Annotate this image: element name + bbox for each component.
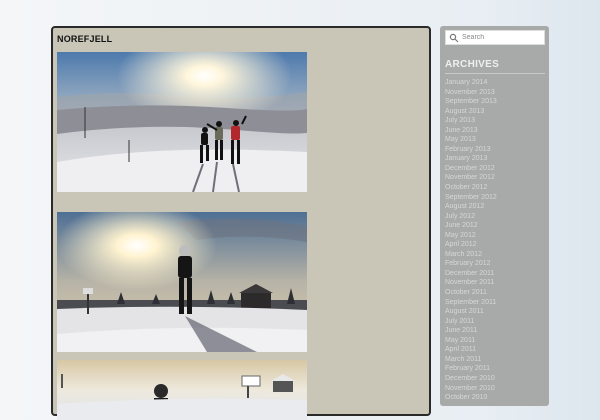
archive-link[interactable]: July 2012 — [445, 212, 497, 222]
search-box[interactable] — [445, 30, 545, 45]
archive-link[interactable]: February 2011 — [445, 364, 497, 374]
archive-link[interactable]: May 2012 — [445, 231, 497, 241]
archive-link[interactable]: August 2013 — [445, 107, 497, 117]
search-input[interactable] — [462, 34, 542, 41]
archive-link[interactable]: March 2011 — [445, 355, 497, 365]
archive-link[interactable]: November 2011 — [445, 278, 497, 288]
archive-link[interactable]: July 2013 — [445, 116, 497, 126]
archive-link[interactable]: May 2011 — [445, 336, 497, 346]
archive-list: January 2014 November 2013 September 2013 A… — [445, 78, 497, 403]
archive-link[interactable]: October 2010 — [445, 393, 497, 403]
archive-link[interactable]: November 2010 — [445, 384, 497, 394]
archive-link[interactable]: October 2012 — [445, 183, 497, 193]
archive-link[interactable]: January 2013 — [445, 154, 497, 164]
post-container: NOREFJELL — [51, 26, 431, 420]
sidebar: ARCHIVES January 2014November 2013Septem… — [440, 26, 549, 406]
archives-heading: ARCHIVES — [445, 59, 500, 70]
archive-link[interactable]: June 2011 — [445, 326, 497, 336]
archive-link[interactable]: December 2010 — [445, 374, 497, 384]
archive-link[interactable]: June 2013 — [445, 126, 497, 136]
archive-link[interactable]: March 2012 — [445, 250, 497, 260]
archive-link[interactable]: December 2012 — [445, 164, 497, 174]
archive-link[interactable]: October 2011 — [445, 288, 497, 298]
search-icon — [449, 33, 459, 42]
archive-link[interactable]: September 2013 — [445, 97, 497, 107]
archive-link[interactable]: September 2012 — [445, 193, 497, 203]
archive-link[interactable]: June 2012 — [445, 221, 497, 231]
archives-divider — [445, 73, 545, 74]
archive-link[interactable]: April 2012 — [445, 240, 497, 250]
archive-link[interactable]: May 2013 — [445, 135, 497, 145]
photo-snow-cabin[interactable] — [57, 360, 307, 420]
archive-link[interactable]: August 2012 — [445, 202, 497, 212]
archive-link[interactable]: August 2011 — [445, 307, 497, 317]
archive-link[interactable]: November 2013 — [445, 88, 497, 98]
archive-link[interactable]: November 2012 — [445, 173, 497, 183]
archive-link[interactable]: July 2011 — [445, 317, 497, 327]
archive-link[interactable]: January 2014 — [445, 78, 497, 88]
archive-link[interactable]: September 2011 — [445, 298, 497, 308]
photo-child-sunset[interactable] — [57, 212, 307, 352]
post-title[interactable]: NOREFJELL — [57, 34, 112, 44]
archive-link[interactable]: April 2011 — [445, 345, 497, 355]
photo-skiers-group[interactable] — [57, 52, 307, 192]
archive-link[interactable]: December 2011 — [445, 269, 497, 279]
archive-link[interactable]: February 2013 — [445, 145, 497, 155]
archive-link[interactable]: February 2012 — [445, 259, 497, 269]
